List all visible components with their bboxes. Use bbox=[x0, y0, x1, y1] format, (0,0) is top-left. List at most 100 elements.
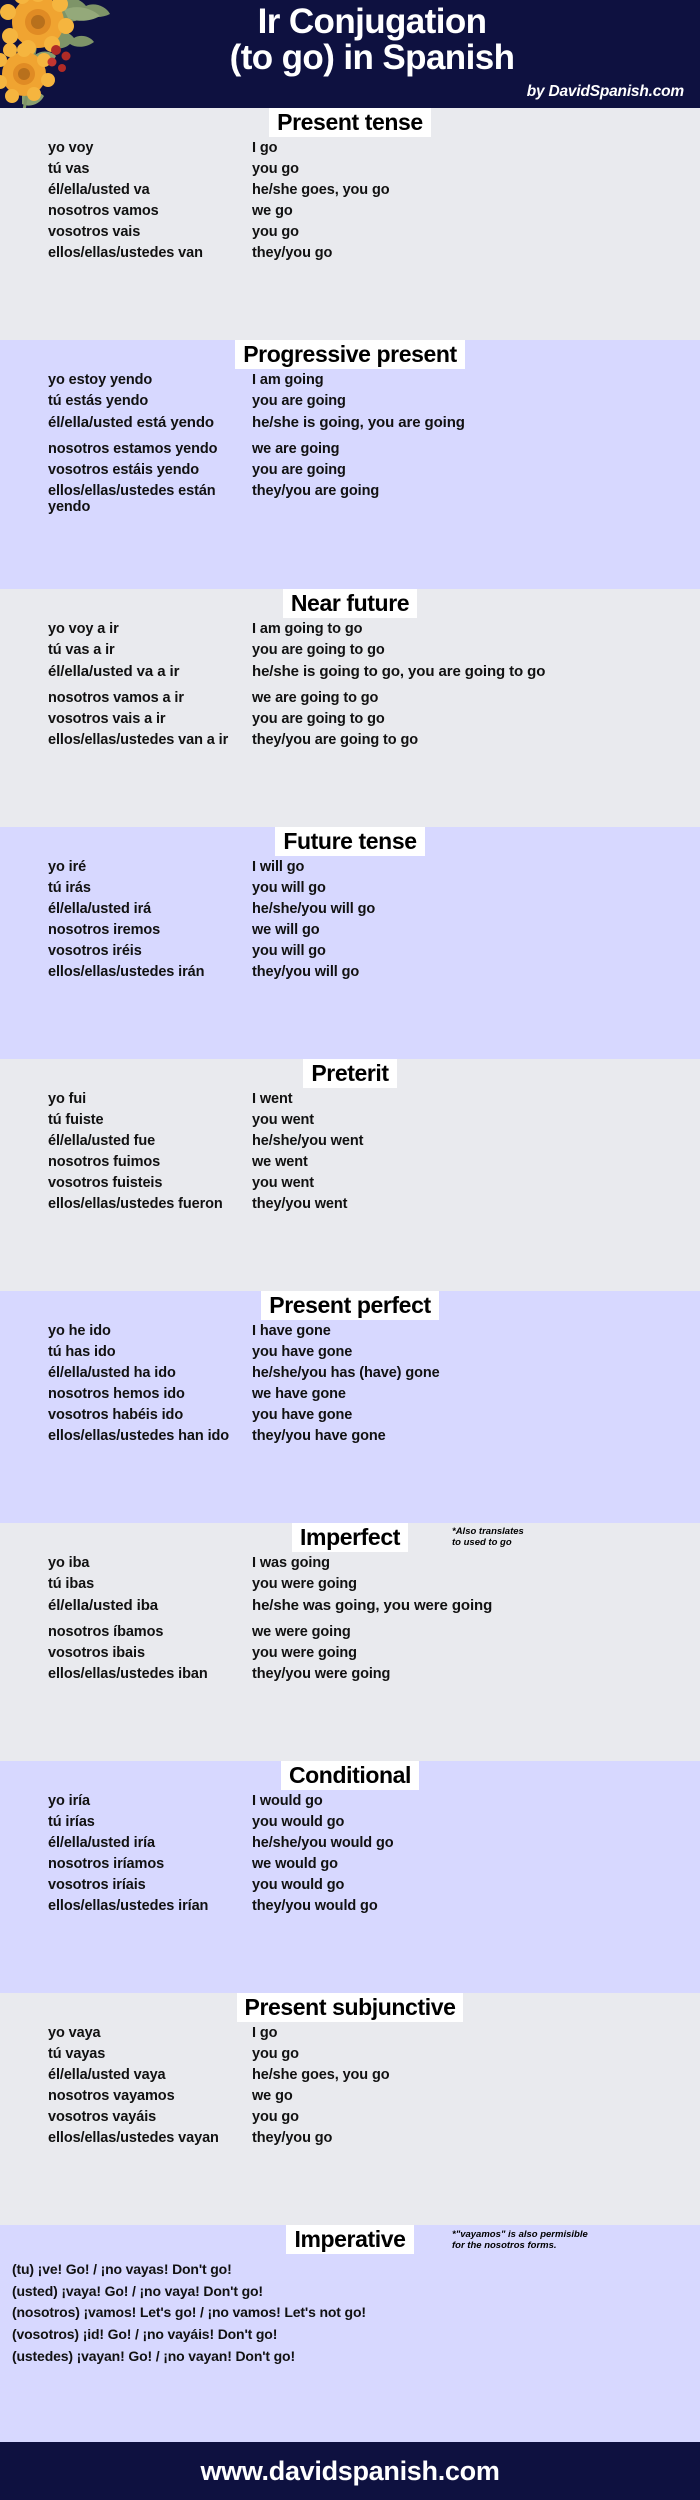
english-translation: we are going to go bbox=[252, 690, 379, 706]
english-translation: he/she/you would go bbox=[252, 1835, 394, 1851]
section-header: Progressive present bbox=[0, 340, 700, 370]
conjugation-row: tú vayas you go bbox=[0, 2046, 700, 2067]
english-translation: they/you have gone bbox=[252, 1428, 386, 1444]
english-translation: they/you are going bbox=[252, 483, 380, 499]
spanish-form: nosotros iremos bbox=[48, 922, 161, 938]
english-translation: I am going to go bbox=[252, 621, 363, 637]
conjugation-row: él/ella/usted va a ir he/she is going to … bbox=[0, 663, 700, 690]
section-header: Conditional bbox=[0, 1761, 700, 1791]
tense-sections: Present tense yo voy I go tú vas you go él/el… bbox=[0, 108, 700, 2443]
spanish-form: yo voy a ir bbox=[48, 621, 119, 637]
title-line-1: Ir Conjugation bbox=[257, 2, 487, 41]
spanish-form: nosotros estamos yendo bbox=[48, 441, 218, 457]
english-translation: he/she/you will go bbox=[252, 901, 376, 917]
conjugation-row: nosotros estamos yendo we are going bbox=[0, 441, 700, 462]
english-translation: you will go bbox=[252, 880, 326, 896]
imperative-item: (nosotros) ¡vamos! Let's go! / ¡no vamos… bbox=[12, 2304, 366, 2321]
section-title: Preterit bbox=[303, 1059, 397, 1088]
english-translation: you go bbox=[252, 2109, 299, 2125]
conjugation-row: vosotros iréis you will go bbox=[0, 943, 700, 964]
conjugation-rows: yo iba I was going tú ibas you were going él… bbox=[0, 1555, 700, 1687]
conjugation-row: yo estoy yendo I am going bbox=[0, 372, 700, 393]
section-header: Preterit bbox=[0, 1059, 700, 1089]
conjugation-row: él/ella/usted va he/she goes, you go bbox=[0, 182, 700, 203]
spanish-form: ellos/ellas/ustedes irían bbox=[48, 1898, 209, 1914]
english-translation: I have gone bbox=[252, 1323, 331, 1339]
spanish-form: él/ella/usted ha ido bbox=[48, 1365, 176, 1381]
conjugation-row: ellos/ellas/ustedes fueron they/you went bbox=[0, 1196, 700, 1217]
english-translation: we went bbox=[252, 1154, 308, 1170]
spanish-form: nosotros íbamos bbox=[48, 1624, 164, 1640]
english-translation: they/you were going bbox=[252, 1666, 391, 1682]
spanish-form: yo iría bbox=[48, 1793, 91, 1809]
conjugation-row: vosotros estáis yendo you are going bbox=[0, 462, 700, 483]
imperative-item: (tu) ¡ve! Go! / ¡no vayas! Don't go! bbox=[12, 2261, 232, 2277]
english-translation: you went bbox=[252, 1112, 315, 1128]
conjugation-rows: yo estoy yendo I am going tú estás yendo yo… bbox=[0, 372, 700, 515]
conjugation-row: nosotros vamos we go bbox=[0, 203, 700, 224]
imperative-item: (usted) ¡vaya! Go! / ¡no vaya! Don't go! bbox=[12, 2282, 263, 2299]
section-imperfect: Imperfect *Also translates to used to go y… bbox=[0, 1523, 700, 1761]
english-translation: you would go bbox=[252, 1814, 345, 1830]
spanish-form: vosotros vayáis bbox=[48, 2109, 157, 2125]
conjugation-row: yo voy a ir I am going to go bbox=[0, 621, 700, 642]
english-translation: we have gone bbox=[252, 1386, 346, 1402]
english-translation: you went bbox=[252, 1175, 315, 1191]
conjugation-row: nosotros iríamos we would go bbox=[0, 1856, 700, 1877]
english-translation: you are going to go bbox=[252, 642, 385, 658]
conjugation-rows: yo iré I will go tú irás you will go él/ella… bbox=[0, 859, 700, 985]
spanish-form: vosotros estáis yendo bbox=[48, 462, 200, 478]
spanish-form: ellos/ellas/ustedes iban bbox=[48, 1666, 208, 1682]
english-translation: you are going bbox=[252, 393, 346, 409]
section-note: *Also translates to used to go bbox=[452, 1526, 524, 1548]
spanish-form: tú vayas bbox=[48, 2046, 106, 2062]
section-note: *"vayamos" is also permisible for the no… bbox=[452, 2229, 588, 2251]
english-translation: he/she/you has (have) gone bbox=[252, 1365, 440, 1381]
spanish-form: él/ella/usted va bbox=[48, 182, 150, 198]
english-translation: we will go bbox=[252, 922, 320, 938]
spanish-form: ellos/ellas/ustedes irán bbox=[48, 964, 205, 980]
section-header: Present perfect bbox=[0, 1291, 700, 1321]
conjugation-row: vosotros fuisteis you went bbox=[0, 1175, 700, 1196]
footer-url[interactable]: www.davidspanish.com bbox=[200, 2456, 499, 2487]
conjugation-row: nosotros fuimos we went bbox=[0, 1154, 700, 1175]
spanish-form: él/ella/usted iría bbox=[48, 1835, 155, 1851]
conjugation-row: él/ella/usted está yendo he/she is going,… bbox=[0, 414, 700, 441]
english-translation: they/you are going to go bbox=[252, 732, 418, 748]
conjugation-row: ellos/ellas/ustedes irían they/you would … bbox=[0, 1898, 700, 1919]
spanish-form: él/ella/usted iba bbox=[48, 1597, 159, 1614]
english-translation: I will go bbox=[252, 859, 305, 875]
spanish-form: tú vas bbox=[48, 161, 90, 177]
spanish-form: nosotros hemos ido bbox=[48, 1386, 185, 1402]
section-header: Present subjunctive bbox=[0, 1993, 700, 2023]
conjugation-row: nosotros vamos a ir we are going to go bbox=[0, 690, 700, 711]
imperative-list: (tu) ¡ve! Go! / ¡no vayas! Don't go! (ust… bbox=[0, 2257, 700, 2367]
english-translation: they/you would go bbox=[252, 1898, 378, 1914]
english-translation: he/she was going, you were going bbox=[252, 1597, 493, 1614]
conjugation-rows: yo he ido I have gone tú has ido you have g… bbox=[0, 1323, 700, 1449]
section-title: Near future bbox=[282, 589, 418, 618]
english-translation: you are going bbox=[252, 462, 346, 478]
english-translation: he/she goes, you go bbox=[252, 182, 390, 198]
conjugation-row: yo fui I went bbox=[0, 1091, 700, 1112]
infographic-page: Ir Conjugation (to go) in Spanish by Dav… bbox=[0, 0, 700, 2500]
conjugation-row: él/ella/usted iría he/she/you would go bbox=[0, 1835, 700, 1856]
spanish-form: yo fui bbox=[48, 1091, 87, 1107]
spanish-form: él/ella/usted va a ir bbox=[48, 663, 180, 680]
byline: by DavidSpanish.com bbox=[526, 83, 684, 100]
conjugation-row: tú irías you would go bbox=[0, 1814, 700, 1835]
section-near-future: Near future yo voy a ir I am going to go tú… bbox=[0, 589, 700, 827]
conjugation-row: tú vas a ir you are going to go bbox=[0, 642, 700, 663]
conjugation-row: yo iré I will go bbox=[0, 859, 700, 880]
spanish-form: vosotros vais bbox=[48, 224, 141, 240]
conjugation-row: yo iría I would go bbox=[0, 1793, 700, 1814]
english-translation: you have gone bbox=[252, 1344, 353, 1360]
english-translation: they/you go bbox=[252, 245, 333, 261]
section-conditional: Conditional yo iría I would go tú irías you … bbox=[0, 1761, 700, 1993]
conjugation-rows: yo voy a ir I am going to go tú vas a ir yo… bbox=[0, 621, 700, 753]
english-translation: we go bbox=[252, 203, 293, 219]
english-translation: you go bbox=[252, 2046, 299, 2062]
english-translation: they/you went bbox=[252, 1196, 348, 1212]
section-title: Progressive present bbox=[235, 340, 465, 369]
spanish-form: tú estás yendo bbox=[48, 393, 149, 409]
